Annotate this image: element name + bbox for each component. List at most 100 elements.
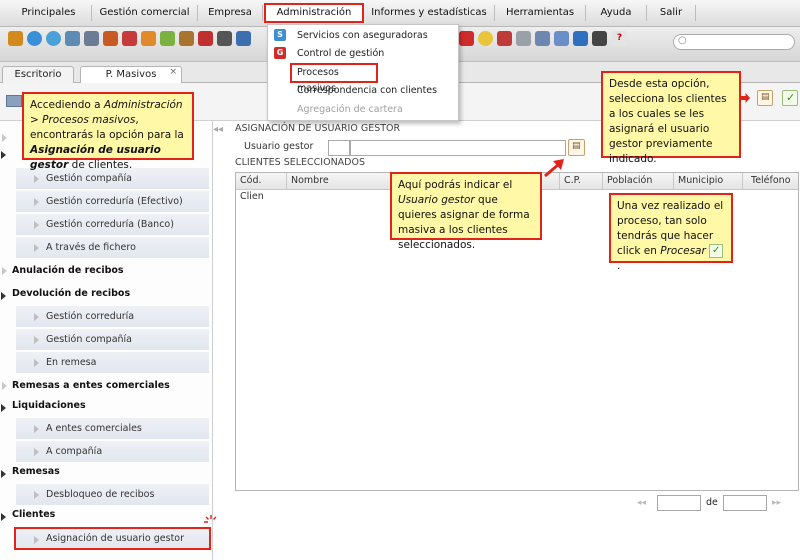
checkmark-icon: ✓	[786, 91, 796, 104]
column-header-municipio[interactable]: Municipio	[674, 173, 743, 190]
procesar-button[interactable]: ✓	[782, 90, 798, 106]
prev-page-icon[interactable]: ◂◂	[637, 498, 646, 508]
bullet-icon	[34, 198, 39, 206]
column-header-poblacion[interactable]: Población	[603, 173, 674, 190]
next-page-icon[interactable]: ▸▸	[772, 498, 781, 508]
callout-usuario-gestor: Aquí podrás indicar el Usuario gestor qu…	[390, 172, 542, 251]
sidebar-group-anulacion[interactable]: Anulación de recibos	[0, 260, 211, 281]
control-gestion-icon: G	[274, 47, 286, 59]
menu-item-label: Agregación de cartera	[297, 104, 403, 115]
sidebar-item-gestion-correduria[interactable]: Gestión correduría	[16, 306, 209, 328]
menu-item-label: Correspondencia con clientes	[297, 85, 438, 96]
search-input[interactable]: ○	[673, 34, 795, 50]
sidebar-group-label: Devolución de recibos	[12, 288, 131, 299]
sidebar-item-label: Desbloqueo de recibos	[46, 489, 155, 500]
column-label: Teléfono	[751, 175, 791, 186]
page-input[interactable]	[657, 495, 701, 511]
sidebar-group-remesas[interactable]: Remesas	[0, 461, 211, 482]
bullet-icon	[34, 448, 39, 456]
sidebar-group-liquidaciones[interactable]: Liquidaciones	[0, 395, 211, 416]
sidebar-group-devolucion[interactable]: Devolución de recibos	[0, 283, 211, 304]
menu-herramientas[interactable]: Herramientas	[495, 5, 586, 21]
menu-salir[interactable]: Salir	[647, 5, 696, 21]
menu-item-correspondencia[interactable]: Correspondencia con clientes	[268, 81, 458, 100]
menu-item-procesos-masivos[interactable]: Procesos masivos	[290, 63, 378, 94]
sidebar-item-asignacion-usuario-gestor[interactable]: Asignación de usuario gestor	[14, 527, 211, 550]
usuario-gestor-name-input[interactable]	[350, 140, 566, 156]
sidebar-item-label: Gestión correduría (Efectivo)	[46, 196, 183, 207]
close-icon[interactable]: ×	[169, 64, 177, 80]
bulb-icon[interactable]	[478, 31, 493, 46]
pencil-icon[interactable]	[141, 31, 156, 46]
sidebar-item-desbloqueo[interactable]: Desbloqueo de recibos	[16, 484, 209, 506]
menu-informes[interactable]: Informes y estadísticas	[364, 5, 495, 21]
card-icon[interactable]	[65, 31, 80, 46]
bullet-icon	[34, 244, 39, 252]
bullet-icon	[34, 536, 39, 544]
menu-principales[interactable]: Principales	[6, 5, 92, 21]
user-icon[interactable]	[27, 31, 42, 46]
sidebar-group-clientes[interactable]: Clientes	[0, 504, 211, 525]
car-icon[interactable]	[103, 31, 118, 46]
menu-item-control-gestion[interactable]: G Control de gestión	[268, 44, 458, 63]
usuario-gestor-code-input[interactable]	[328, 140, 350, 156]
sidebar-group-remesas-entes[interactable]: Remesas a entes comerciales	[0, 375, 211, 396]
help-icon[interactable]: ?	[612, 31, 627, 46]
sidebar-item-gestion-correduria-efectivo[interactable]: Gestión correduría (Efectivo)	[16, 191, 209, 213]
box-icon[interactable]	[8, 31, 23, 46]
administracion-dropdown: S Servicios con aseguradoras G Control d…	[267, 24, 459, 121]
column-label: Municipio	[678, 175, 724, 186]
sidebar-item-gestion-compania-2[interactable]: Gestión compañía	[16, 329, 209, 351]
usuario-gestor-search-button[interactable]: ▤	[568, 139, 585, 156]
bag-icon[interactable]	[198, 31, 213, 46]
select-clients-button[interactable]: ▤	[757, 90, 773, 106]
print-icon[interactable]	[6, 95, 22, 107]
menu-administracion[interactable]: Administración	[264, 3, 364, 23]
menu-item-agregacion-cartera: Agregación de cartera	[268, 100, 458, 119]
callout-procesar: Una vez realizado el proceso, tan solo t…	[609, 193, 733, 272]
column-header-cod-cliente[interactable]: Cód. Clien	[236, 173, 287, 202]
bullet-icon	[34, 336, 39, 344]
arrow-right-icon	[740, 93, 750, 103]
total-pages-field	[723, 495, 767, 511]
column-label: Población	[607, 175, 653, 186]
sidebar-item-a-traves-de-fichero[interactable]: A través de fichero	[16, 237, 209, 259]
sidebar-item-label: A través de fichero	[46, 242, 136, 253]
menu-ayuda[interactable]: Ayuda	[586, 5, 647, 21]
collapse-panel-icon[interactable]: ◂◂	[213, 124, 227, 135]
hat-icon[interactable]	[217, 31, 232, 46]
calendar-icon[interactable]	[535, 31, 550, 46]
tab-p-masivos[interactable]: P. Masivos ×	[80, 66, 182, 83]
expand-icon	[2, 134, 7, 142]
sidebar-item-label: Asignación de usuario gestor	[46, 533, 185, 544]
sidebar-item-a-entes-comerciales[interactable]: A entes comerciales	[16, 418, 209, 440]
collapse-icon	[1, 404, 6, 412]
chart-icon[interactable]	[554, 31, 569, 46]
sidebar-item-label: A entes comerciales	[46, 423, 142, 434]
clientes-title: CLIENTES SELECCIONADOS	[235, 157, 365, 168]
briefcase-icon[interactable]	[179, 31, 194, 46]
collapse-icon	[1, 151, 6, 159]
users-icon[interactable]	[46, 31, 61, 46]
g-icon[interactable]	[459, 31, 474, 46]
sidebar-item-en-remesa[interactable]: En remesa	[16, 352, 209, 374]
phone-icon[interactable]	[573, 31, 588, 46]
tab-escritorio[interactable]: Escritorio	[2, 66, 74, 83]
menu-empresa[interactable]: Empresa	[198, 5, 263, 21]
stamp-icon[interactable]	[592, 31, 607, 46]
list-icon[interactable]	[84, 31, 99, 46]
column-header-telefono[interactable]: Teléfono	[743, 173, 798, 190]
expand-icon	[2, 267, 7, 275]
note-icon[interactable]	[516, 31, 531, 46]
sidebar-item-label: Gestión correduría	[46, 311, 135, 322]
menu-item-servicios-aseguradoras[interactable]: S Servicios con aseguradoras	[268, 26, 458, 45]
target-icon[interactable]	[122, 31, 137, 46]
sidebar-item-gestion-correduria-banco[interactable]: Gestión correduría (Banco)	[16, 214, 209, 236]
sidebar-item-a-compania[interactable]: A compañía	[16, 441, 209, 463]
report-icon[interactable]	[497, 31, 512, 46]
check-icon[interactable]	[160, 31, 175, 46]
collapse-icon	[1, 292, 6, 300]
menu-gestion-comercial[interactable]: Gestión comercial	[92, 5, 198, 21]
bullet-icon	[34, 359, 39, 367]
docs-icon[interactable]	[236, 31, 251, 46]
